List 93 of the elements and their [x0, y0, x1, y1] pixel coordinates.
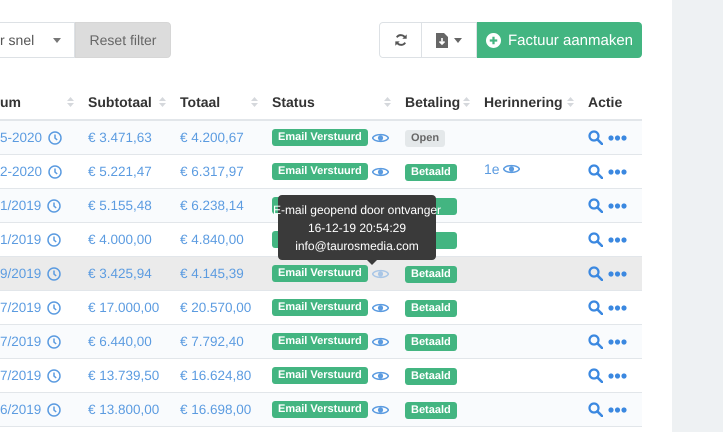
date-text: 7/2019: [0, 300, 42, 315]
search-icon[interactable]: [588, 164, 603, 179]
subtotal-text: € 5.155,48: [88, 198, 152, 213]
more-icon[interactable]: [608, 236, 627, 242]
total-text: € 6.238,14: [180, 198, 244, 213]
clock-icon[interactable]: [47, 402, 62, 416]
search-icon[interactable]: [588, 402, 603, 417]
total-text: € 4.200,67: [180, 130, 244, 145]
search-icon[interactable]: [588, 266, 603, 281]
date-text: 2-2020: [0, 164, 42, 179]
date-text: 6/2019: [0, 402, 42, 417]
total-text: € 16.698,00: [180, 402, 252, 417]
more-icon[interactable]: [608, 338, 627, 344]
column-header[interactable]: Status: [272, 94, 315, 110]
reminder-text: 1e: [484, 160, 500, 176]
reset-filter-button[interactable]: Reset filter: [75, 22, 171, 58]
subtotal-text: € 17.000,00: [88, 300, 160, 315]
eye-icon[interactable]: [372, 336, 389, 348]
file-download-icon: [436, 32, 448, 48]
caret-icon: [53, 38, 61, 42]
date-text: 7/2019: [0, 368, 42, 383]
more-icon[interactable]: [608, 304, 627, 310]
more-icon[interactable]: [608, 202, 627, 208]
payment-badge: Open: [405, 130, 446, 146]
clock-icon[interactable]: [48, 164, 62, 178]
tooltip-text: 16-12-19 20:54:29: [308, 220, 406, 237]
status-badge: Email Verstuurd: [272, 333, 368, 350]
status-badge: Email Verstuurd: [272, 163, 368, 180]
total-text: € 20.570,00: [180, 300, 252, 315]
clock-icon[interactable]: [47, 266, 62, 280]
subtotal-text: € 13.739,50: [88, 368, 160, 383]
search-icon[interactable]: [588, 334, 603, 349]
refresh-button[interactable]: [379, 22, 422, 58]
status-badge: Email Verstuurd: [272, 367, 368, 384]
status-badge: Email Verstuurd: [272, 299, 368, 316]
payment-badge: Betaald: [405, 334, 457, 350]
total-text: € 4.840,00: [180, 232, 244, 247]
payment-badge: Betaald: [405, 266, 457, 282]
more-icon[interactable]: [608, 270, 627, 276]
subtotal-text: € 5.221,47: [88, 164, 152, 179]
column-header[interactable]: Totaal: [180, 94, 220, 110]
clock-icon[interactable]: [47, 334, 62, 348]
clock-icon[interactable]: [47, 198, 62, 212]
total-text: € 16.624,80: [180, 368, 252, 383]
clock-icon[interactable]: [47, 232, 62, 246]
subtotal-text: € 4.000,00: [88, 232, 152, 247]
search-icon[interactable]: [588, 232, 603, 247]
date-text: 1/2019: [0, 198, 42, 213]
subtotal-text: € 3.471,63: [88, 130, 152, 145]
date-text: 1/2019: [0, 232, 42, 247]
eye-icon[interactable]: [372, 132, 389, 144]
eye-icon[interactable]: [372, 404, 389, 416]
column-header[interactable]: Subtotaal: [88, 94, 152, 110]
search-icon[interactable]: [588, 300, 603, 315]
plus-circle-icon: [486, 32, 501, 48]
search-icon[interactable]: [588, 130, 603, 145]
subtotal-text: € 13.800,00: [88, 402, 160, 417]
date-text: 7/2019: [0, 334, 42, 349]
payment-badge: Betaald: [405, 368, 457, 384]
export-button[interactable]: [422, 22, 477, 58]
date-text: 9/2019: [0, 266, 42, 281]
payment-badge: Betaald: [405, 402, 457, 418]
column-header[interactable]: Herinnering: [484, 94, 563, 110]
payment-badge: Betaald: [405, 300, 457, 316]
total-text: € 7.792,40: [180, 334, 244, 349]
subtotal-text: € 3.425,94: [88, 266, 152, 281]
more-icon[interactable]: [608, 406, 627, 412]
status-badge: Email Verstuurd: [272, 265, 368, 282]
clock-icon[interactable]: [47, 300, 62, 314]
search-icon[interactable]: [588, 198, 603, 213]
eye-icon[interactable]: [372, 302, 389, 314]
date-text: 5-2020: [0, 130, 42, 145]
subtotal-text: € 6.440,00: [88, 334, 152, 349]
payment-badge: Betaald: [405, 164, 457, 180]
column-header[interactable]: Betaling: [405, 94, 460, 110]
status-badge: Email Verstuurd: [272, 129, 368, 146]
column-header[interactable]: Actie: [588, 94, 622, 110]
more-icon[interactable]: [608, 134, 627, 140]
status-badge: Email Verstuurd: [272, 401, 368, 418]
clock-icon[interactable]: [48, 130, 62, 144]
eye-icon[interactable]: [502, 162, 520, 174]
eye-icon[interactable]: [372, 370, 389, 382]
total-text: € 4.145,39: [180, 266, 244, 281]
refresh-icon: [394, 33, 408, 47]
search-icon[interactable]: [588, 368, 603, 383]
tooltip-text: info@taurosmedia.com: [295, 238, 419, 255]
total-text: € 6.317,97: [180, 164, 244, 179]
caret-icon: [454, 38, 462, 42]
column-header[interactable]: um: [0, 94, 21, 110]
clock-icon[interactable]: [47, 368, 62, 382]
more-icon[interactable]: [608, 372, 627, 378]
eye-icon[interactable]: [372, 166, 389, 178]
more-icon[interactable]: [608, 168, 627, 174]
